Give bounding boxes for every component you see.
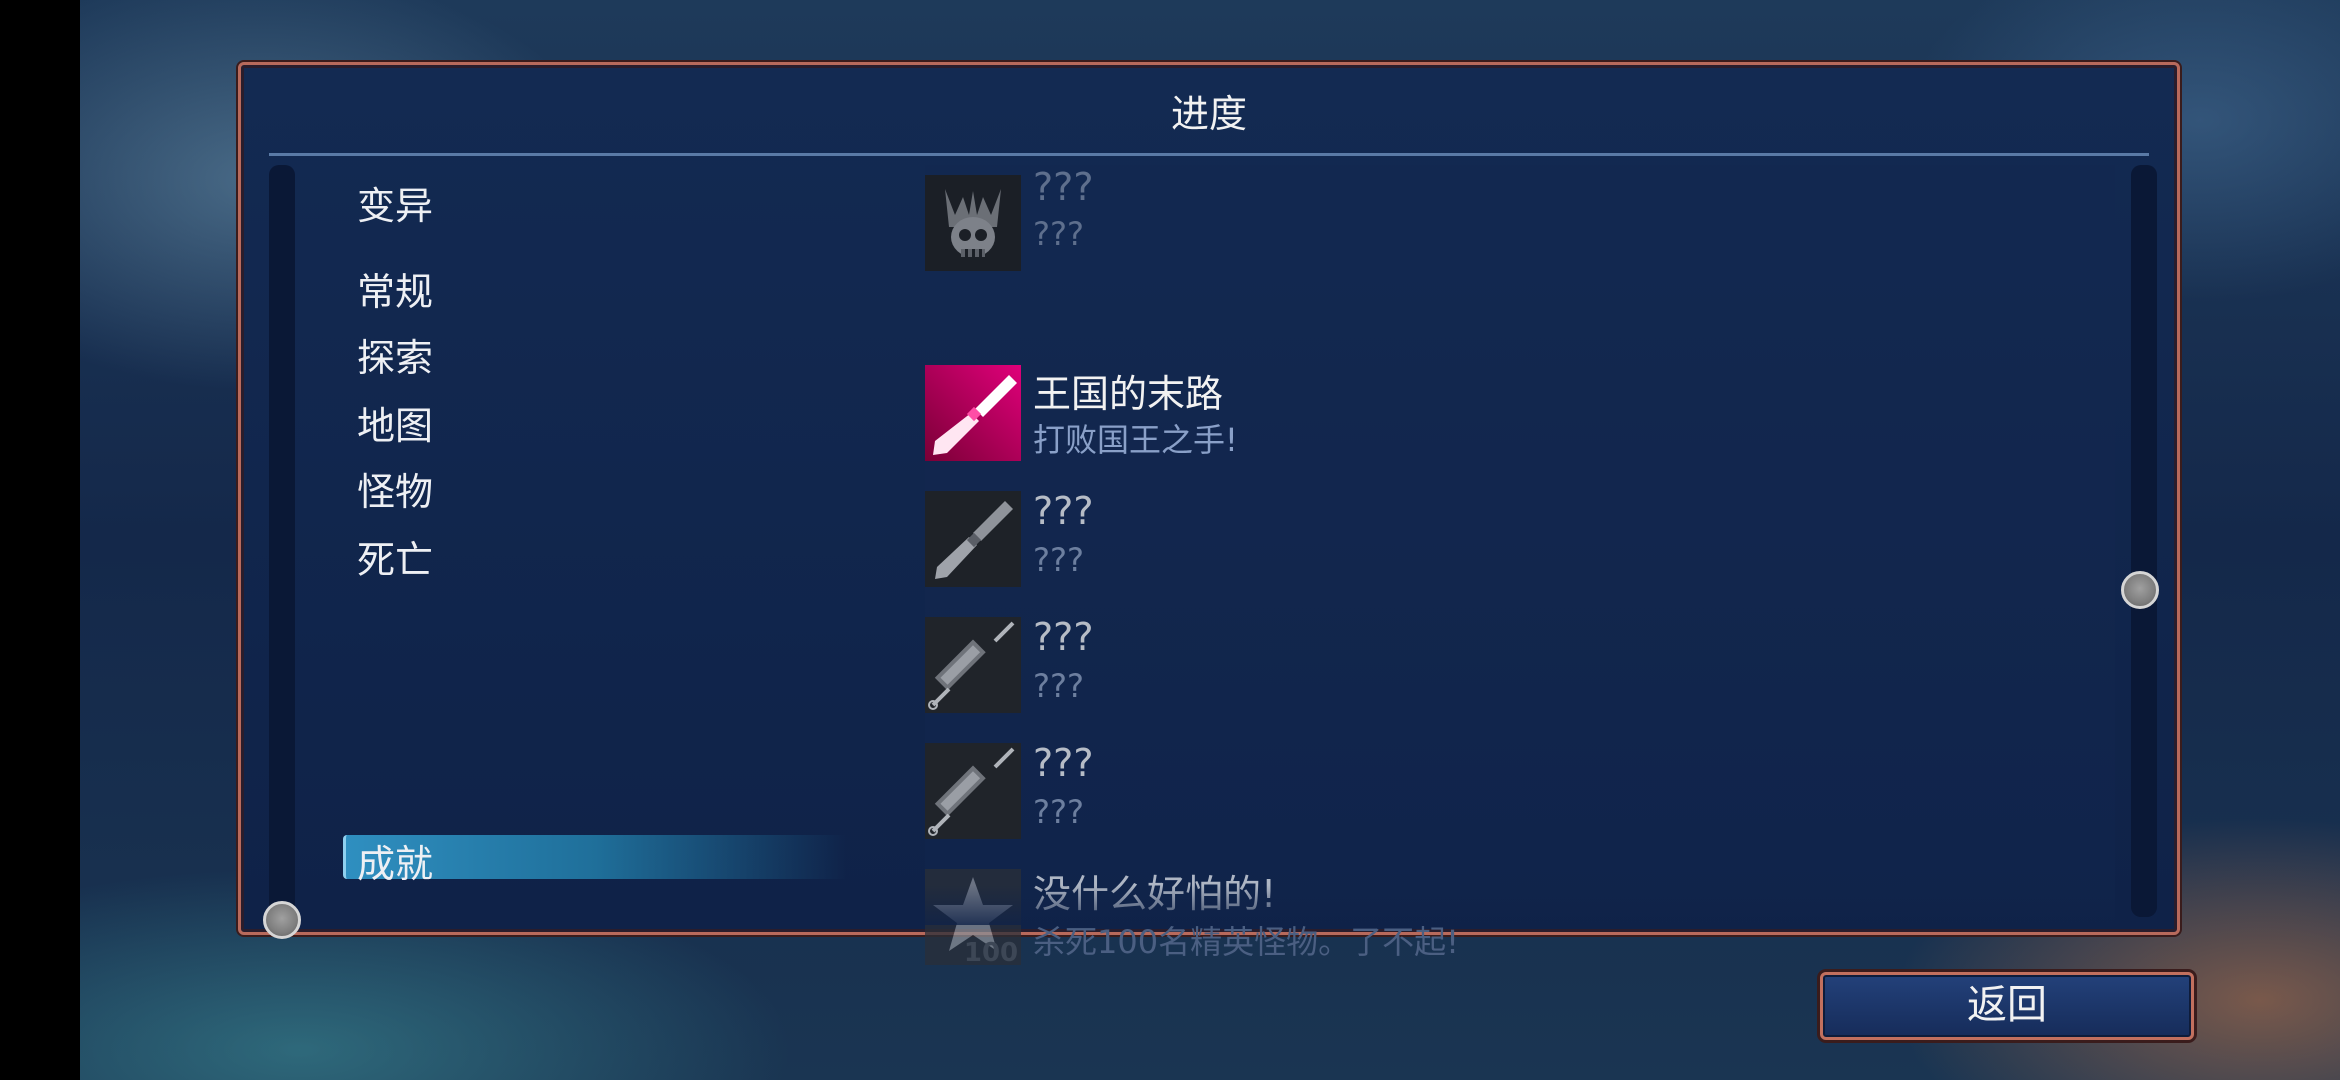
category-scrollbar-knob[interactable] bbox=[263, 901, 301, 939]
achievement-title: ??? bbox=[1033, 741, 1094, 785]
achievement-item[interactable]: 王国的末路 打败国王之手! bbox=[925, 361, 2115, 471]
title-divider bbox=[269, 153, 2149, 156]
achievement-item[interactable]: ??? ??? bbox=[925, 739, 2115, 849]
achievement-title: ??? bbox=[1033, 165, 1094, 209]
crimson-blade-icon bbox=[925, 365, 1021, 461]
achievement-description: ??? bbox=[1033, 793, 1084, 831]
progress-panel: 进度 变异 常规 探索 地图 怪物 死亡 成就 ??? ??? 王国的末路 打败… bbox=[238, 62, 2180, 965]
achievement-title: ??? bbox=[1033, 489, 1094, 533]
achievement-scrollbar-track[interactable] bbox=[2131, 165, 2157, 917]
achievement-description: ??? bbox=[1033, 541, 1084, 579]
panel-title: 进度 bbox=[1170, 92, 1247, 136]
achievement-description: ??? bbox=[1033, 667, 1084, 705]
grey-blade-icon bbox=[925, 491, 1021, 587]
achievement-list[interactable]: ??? ??? 王国的末路 打败国王之手! ??? ??? ??? ??? ??… bbox=[925, 165, 2115, 965]
category-mutations[interactable]: 变异 bbox=[357, 175, 433, 230]
achievement-item[interactable]: ??? ??? bbox=[925, 487, 2115, 597]
category-scrollbar-track[interactable] bbox=[269, 165, 295, 925]
game-screen: 进度 变异 常规 探索 地图 怪物 死亡 成就 ??? ??? 王国的末路 打败… bbox=[0, 0, 2340, 1080]
achievement-item[interactable]: ??? ??? bbox=[925, 165, 2115, 281]
category-general[interactable]: 常规 bbox=[357, 261, 433, 316]
list-bottom-fade bbox=[925, 885, 2115, 925]
back-button[interactable]: 返回 bbox=[1820, 972, 2194, 1040]
achievement-description: 打败国王之手! bbox=[1033, 421, 1238, 459]
screen-edge-bar bbox=[0, 0, 80, 1080]
category-map[interactable]: 地图 bbox=[357, 395, 433, 450]
achievement-item[interactable]: ??? ??? bbox=[925, 613, 2115, 723]
achievement-description: ??? bbox=[1033, 215, 1084, 253]
achievement-scrollbar-knob[interactable] bbox=[2121, 571, 2159, 609]
horned-skull-icon bbox=[925, 175, 1021, 271]
syringe-icon bbox=[925, 743, 1021, 839]
category-monsters[interactable]: 怪物 bbox=[357, 461, 433, 516]
category-deaths[interactable]: 死亡 bbox=[357, 529, 433, 584]
achievement-title: 王国的末路 bbox=[1033, 372, 1224, 416]
category-exploration[interactable]: 探索 bbox=[357, 327, 433, 382]
star-icon-label: 100 bbox=[964, 938, 1018, 965]
syringe-icon bbox=[925, 617, 1021, 713]
category-achievements[interactable]: 成就 bbox=[357, 833, 433, 888]
achievement-title: ??? bbox=[1033, 615, 1094, 659]
